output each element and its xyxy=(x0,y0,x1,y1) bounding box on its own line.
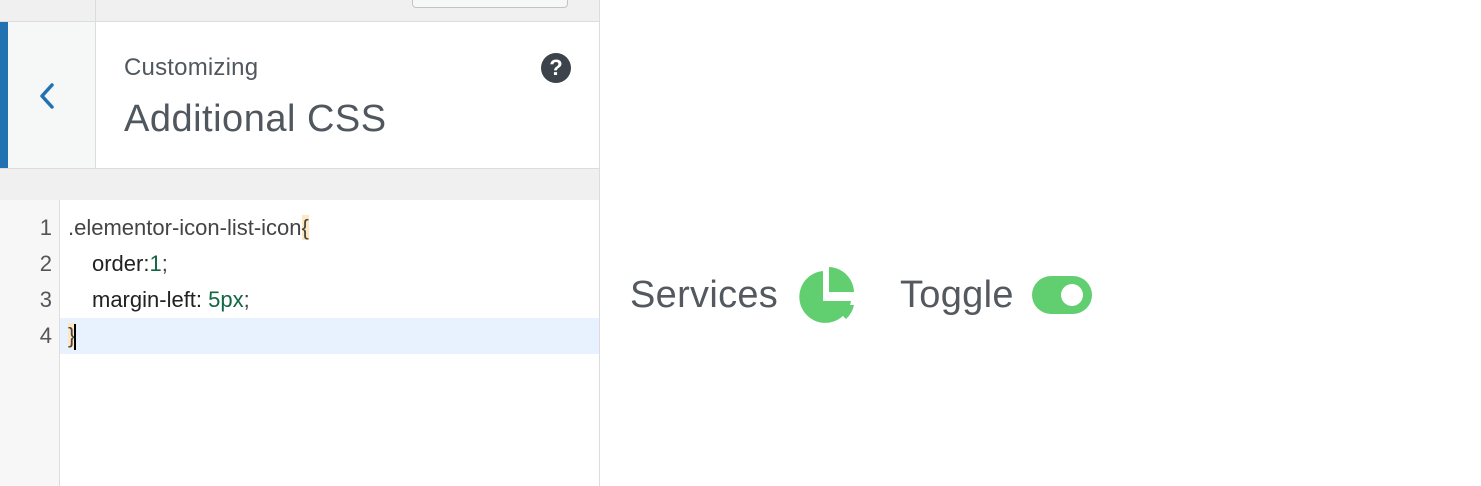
icon-list-text: Toggle xyxy=(900,273,1014,316)
semicolon: ; xyxy=(243,287,250,312)
line-number: 1 xyxy=(39,215,52,240)
chevron-left-icon xyxy=(40,83,54,109)
code-line[interactable]: .elementor-icon-list-icon{ xyxy=(60,210,599,246)
site-preview: Services Toggle xyxy=(600,0,1481,486)
text-cursor xyxy=(74,324,77,351)
toggle-on-icon xyxy=(1031,276,1092,314)
question-mark-icon: ? xyxy=(549,55,563,80)
css-property: margin-left: xyxy=(92,287,209,312)
icon-list-item-services[interactable]: Services xyxy=(630,266,856,324)
publish-button[interactable] xyxy=(412,0,568,8)
line-number: 4 xyxy=(39,323,52,348)
css-value: 5px xyxy=(208,287,244,312)
customizer-top-bar xyxy=(0,0,599,22)
customizer-panel: Customizing Additional CSS ? 1 2 3 4 .el… xyxy=(0,0,600,486)
open-brace: { xyxy=(301,215,309,240)
section-title: Additional CSS xyxy=(124,98,387,140)
line-number: 3 xyxy=(39,287,52,312)
focus-accent-bar xyxy=(0,22,8,168)
css-property: order: xyxy=(92,251,150,276)
semicolon: ; xyxy=(161,251,168,276)
section-header: Customizing Additional CSS ? xyxy=(0,22,599,169)
css-code-editor[interactable]: 1 2 3 4 .elementor-icon-list-icon{ order… xyxy=(0,200,599,486)
help-button[interactable]: ? xyxy=(541,53,571,83)
line-number: 2 xyxy=(39,251,52,276)
back-button[interactable] xyxy=(0,22,96,168)
code-line-active[interactable]: } xyxy=(60,318,599,354)
code-line[interactable]: order:1; xyxy=(60,246,599,282)
line-number-gutter: 1 2 3 4 xyxy=(0,200,60,486)
css-value: 1 xyxy=(149,251,162,276)
top-bar-divider xyxy=(95,0,96,22)
code-area[interactable]: .elementor-icon-list-icon{ order:1; marg… xyxy=(60,200,599,486)
icon-list-text: Services xyxy=(630,273,779,316)
icon-list-item-toggle[interactable]: Toggle xyxy=(900,266,1092,324)
css-selector: .elementor-icon-list-icon xyxy=(68,215,302,240)
customizing-label: Customizing xyxy=(124,54,259,81)
pie-chart-icon xyxy=(799,267,855,323)
section-gap xyxy=(0,170,599,200)
code-line[interactable]: margin-left: 5px; xyxy=(60,282,599,318)
